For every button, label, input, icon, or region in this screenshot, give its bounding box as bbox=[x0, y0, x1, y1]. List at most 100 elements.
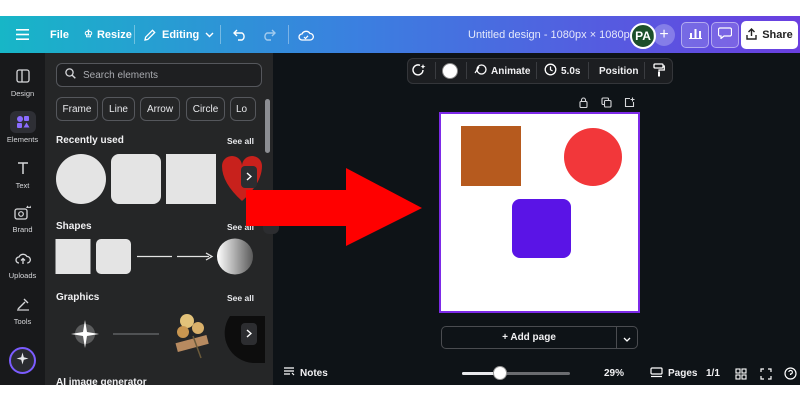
pages-button[interactable]: Pages bbox=[650, 362, 697, 385]
divider bbox=[536, 62, 537, 79]
chevron-down-icon bbox=[623, 329, 631, 347]
pencil-icon bbox=[144, 28, 156, 41]
sparkle-icon bbox=[16, 352, 29, 370]
resize-button[interactable]: ♔ Resize bbox=[84, 16, 132, 53]
graphic-items bbox=[71, 314, 265, 363]
rail-label: Elements bbox=[6, 135, 39, 144]
rail-item-text[interactable]: Text bbox=[0, 157, 45, 190]
invite-button[interactable]: + bbox=[653, 24, 675, 46]
recent-items bbox=[56, 154, 262, 204]
rail-item-brand[interactable]: Brand bbox=[0, 201, 45, 234]
search-icon bbox=[65, 68, 76, 82]
rail-item-design[interactable]: Design bbox=[0, 65, 45, 98]
animate-shape-button[interactable] bbox=[412, 58, 426, 84]
canvas-square-shape[interactable] bbox=[461, 126, 521, 186]
comments-button[interactable] bbox=[711, 22, 739, 48]
canvas-rounded-square-shape[interactable] bbox=[512, 199, 571, 258]
carousel-next-button[interactable] bbox=[241, 323, 257, 345]
color-swatch-button[interactable] bbox=[442, 58, 458, 84]
duration-button[interactable]: 5.0s bbox=[544, 58, 580, 84]
chevron-down-icon bbox=[205, 32, 214, 38]
add-page-button[interactable]: + Add page bbox=[441, 326, 617, 349]
text-icon bbox=[10, 157, 36, 179]
panel-scrollbar[interactable] bbox=[265, 99, 270, 153]
section-title-graphics: Graphics bbox=[56, 292, 100, 303]
shape-rounded-square[interactable] bbox=[96, 239, 131, 274]
help-icon[interactable] bbox=[784, 362, 797, 385]
graphic-sparkle[interactable] bbox=[71, 320, 99, 348]
rail-label: Uploads bbox=[8, 271, 37, 280]
canva-editor: File ♔ Resize Editing Untitled design - … bbox=[0, 0, 800, 400]
notes-label: Notes bbox=[300, 368, 328, 379]
chip-arrow[interactable]: Arrow bbox=[140, 97, 180, 121]
rail-item-uploads[interactable]: Uploads bbox=[0, 247, 45, 280]
animate-button[interactable]: Animate bbox=[474, 58, 530, 84]
divider bbox=[466, 62, 467, 79]
recent-circle[interactable] bbox=[56, 154, 106, 204]
tools-icon bbox=[10, 293, 36, 315]
graphic-flowers[interactable] bbox=[175, 314, 209, 359]
left-rail: Design Elements Text Brand Uploads Tools bbox=[0, 53, 45, 385]
fullscreen-icon[interactable] bbox=[760, 362, 772, 385]
menu-icon[interactable] bbox=[16, 16, 29, 53]
duration-label: 5.0s bbox=[561, 65, 581, 77]
lock-icon[interactable] bbox=[577, 96, 589, 108]
chip-line[interactable]: Line bbox=[102, 97, 135, 121]
section-title-shapes: Shapes bbox=[56, 221, 92, 232]
uploads-icon bbox=[10, 247, 36, 269]
chip-frame[interactable]: Frame bbox=[56, 97, 98, 121]
share-button[interactable]: Share bbox=[741, 21, 798, 49]
clock-icon bbox=[544, 63, 557, 79]
section-title-recent: Recently used bbox=[56, 135, 124, 146]
duplicate-page-icon[interactable] bbox=[600, 96, 612, 108]
crown-icon: ♔ bbox=[84, 29, 93, 40]
animate-icon bbox=[474, 63, 487, 79]
pages-label: Pages bbox=[668, 368, 698, 379]
elements-icon bbox=[9, 111, 36, 133]
recent-rounded-square[interactable] bbox=[111, 154, 161, 204]
search-input[interactable]: Search elements bbox=[56, 63, 262, 87]
shape-items bbox=[55, 238, 253, 275]
grid-view-icon[interactable] bbox=[735, 362, 747, 385]
position-button[interactable]: Position bbox=[599, 58, 638, 84]
editing-mode-dropdown[interactable]: Editing bbox=[144, 16, 214, 53]
chip-circle[interactable]: Circle bbox=[186, 97, 225, 121]
chip-logo[interactable]: Lo bbox=[230, 97, 256, 121]
paint-roller-button[interactable] bbox=[653, 58, 665, 84]
share-label: Share bbox=[762, 29, 793, 41]
zoom-level[interactable]: 29% bbox=[604, 362, 624, 385]
rail-label: Text bbox=[15, 181, 30, 190]
page-counter: 1/1 bbox=[706, 368, 720, 379]
add-page-dropdown[interactable] bbox=[617, 326, 638, 349]
rail-item-tools[interactable]: Tools bbox=[0, 293, 45, 326]
rail-item-elements[interactable]: Elements bbox=[0, 111, 45, 144]
file-menu[interactable]: File bbox=[50, 16, 69, 53]
shape-square[interactable] bbox=[55, 239, 91, 274]
redo-icon[interactable] bbox=[262, 16, 276, 53]
design-page[interactable] bbox=[439, 112, 640, 313]
notes-button[interactable]: Notes bbox=[283, 362, 328, 385]
recent-square[interactable] bbox=[166, 154, 216, 204]
pages-icon bbox=[650, 366, 663, 381]
undo-icon[interactable] bbox=[233, 16, 247, 53]
section-title-ai: AI image generator bbox=[56, 377, 147, 385]
chevron-right-icon bbox=[246, 325, 253, 343]
elements-panel: Search elements Frame Line Arrow Circle … bbox=[45, 53, 273, 385]
cloud-sync-icon[interactable] bbox=[298, 16, 314, 53]
canvas-circle-shape[interactable] bbox=[564, 128, 622, 186]
divider bbox=[644, 62, 645, 79]
resize-label: Resize bbox=[96, 28, 132, 41]
see-all-link[interactable]: See all bbox=[227, 136, 254, 146]
insights-button[interactable] bbox=[681, 22, 709, 48]
paint-roller-icon bbox=[653, 62, 665, 80]
comment-icon bbox=[717, 26, 733, 44]
add-page-icon[interactable] bbox=[623, 96, 635, 108]
zoom-slider-thumb[interactable] bbox=[492, 366, 507, 380]
divider bbox=[134, 25, 135, 44]
magic-button[interactable] bbox=[9, 347, 36, 374]
color-swatch bbox=[442, 63, 458, 79]
search-placeholder: Search elements bbox=[83, 69, 159, 81]
rail-label: Tools bbox=[13, 317, 32, 326]
see-all-link[interactable]: See all bbox=[227, 293, 254, 303]
design-title[interactable]: Untitled design - 1080px × 1080px bbox=[468, 16, 635, 53]
